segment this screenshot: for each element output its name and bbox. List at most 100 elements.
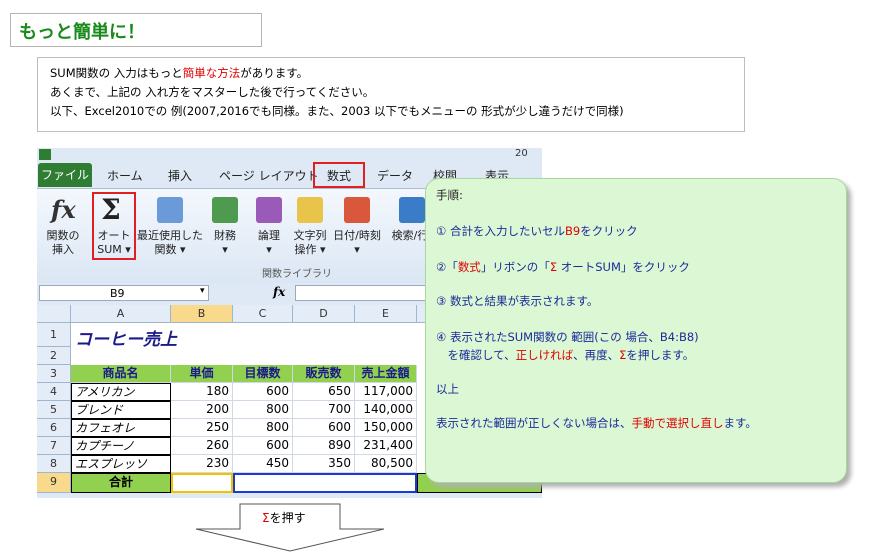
table-cell[interactable]: 140,000 <box>355 401 417 419</box>
logical-label: 論理 <box>258 229 280 242</box>
table-cell[interactable]: 650 <box>293 383 355 401</box>
sigma-icon: Σ <box>262 511 270 525</box>
callout-note: 表示された範囲が正しくない場合は、手動で選択し直します。 <box>436 416 757 430</box>
table-cell[interactable]: エスプレッソ <box>71 455 171 473</box>
table-cell[interactable]: 600 <box>233 437 293 455</box>
row-header[interactable]: 1 <box>37 323 71 347</box>
row-header[interactable]: 5 <box>37 401 71 419</box>
table-cell[interactable]: 600 <box>293 419 355 437</box>
autosum-highlight <box>92 192 136 260</box>
insert-function-label: 挿入 <box>52 243 74 256</box>
table-cell[interactable]: ブレンド <box>71 401 171 419</box>
table-cell[interactable]: 200 <box>171 401 233 419</box>
text-book-icon <box>297 197 323 223</box>
page-title: もっと簡単に！ <box>19 22 145 43</box>
intro-text: があります。 <box>240 66 309 80</box>
column-header[interactable]: D <box>293 305 355 323</box>
table-cell[interactable]: 180 <box>171 383 233 401</box>
recent-functions-button[interactable]: 最近使用した 関数 ▾ <box>137 193 203 263</box>
row-header[interactable]: 2 <box>37 347 71 365</box>
intro-line-3: 以下、Excel2010での 例(2007,2016でも同様。また、2003 以… <box>50 104 624 118</box>
text-label: 操作 ▾ <box>294 243 326 256</box>
header-cell[interactable]: 目標数 <box>233 365 293 383</box>
selected-cell-b9[interactable] <box>171 473 233 493</box>
table-cell[interactable]: 700 <box>293 401 355 419</box>
text-label: 文字列 <box>293 229 327 242</box>
recent-label: 最近使用した <box>137 229 203 242</box>
name-box[interactable]: B9 ▾ <box>39 285 209 301</box>
quick-access-toolbar: 20 <box>37 148 542 162</box>
steps-callout: 手順: ① 合計を入力したいセルB9をクリック ②「数式」リボンの「Σ オートS… <box>425 178 847 483</box>
row-header[interactable]: 9 <box>37 473 71 493</box>
header-cell[interactable]: 単価 <box>171 365 233 383</box>
table-cell[interactable]: 260 <box>171 437 233 455</box>
callout-done: 以上 <box>436 382 459 396</box>
fx-icon[interactable]: fx <box>273 285 285 299</box>
tab-file[interactable]: ファイル <box>38 163 92 187</box>
function-library-group-label: 関数ライブラリ <box>262 269 332 280</box>
chevron-down-icon[interactable]: ▾ <box>200 286 205 296</box>
table-cell[interactable]: 800 <box>233 419 293 437</box>
intro-line-1: SUM関数の 入力はもっと簡単な方法があります。 <box>50 65 308 81</box>
tab-page-layout[interactable]: ページ レイアウト <box>219 167 319 184</box>
row-header[interactable]: 3 <box>37 365 71 383</box>
intro-text: SUM関数の 入力はもっと <box>50 66 183 80</box>
total-range-cells[interactable] <box>233 473 417 493</box>
table-cell[interactable]: 231,400 <box>355 437 417 455</box>
date-book-icon <box>344 197 370 223</box>
formulas-tab-highlight <box>313 162 365 188</box>
header-cell[interactable]: 売上金額 <box>355 365 417 383</box>
column-header[interactable]: B <box>171 305 233 323</box>
row-header[interactable]: 8 <box>37 455 71 473</box>
table-cell[interactable]: 250 <box>171 419 233 437</box>
logical-button[interactable]: 論理 ▾ <box>249 193 289 263</box>
text-button[interactable]: 文字列 操作 ▾ <box>289 193 331 263</box>
intro-box: SUM関数の 入力はもっと簡単な方法があります。 あくまで、上記の 入れ方をマス… <box>37 57 745 132</box>
callout-step-4: ④ 表示されたSUM関数の 範囲(この 場合、B4:B8) <box>436 330 699 344</box>
star-book-icon <box>157 197 183 223</box>
dropdown-arrow: ▾ <box>266 243 272 256</box>
header-cell[interactable]: 商品名 <box>71 365 171 383</box>
row-header[interactable]: 4 <box>37 383 71 401</box>
logical-book-icon <box>256 197 282 223</box>
header-cell[interactable]: 販売数 <box>293 365 355 383</box>
row-header[interactable]: 7 <box>37 437 71 455</box>
financial-button[interactable]: 財務 ▾ <box>205 193 245 263</box>
select-all-corner[interactable] <box>37 305 71 323</box>
tab-insert[interactable]: 挿入 <box>168 167 192 184</box>
arrow-label: Σを押す <box>262 511 306 525</box>
tab-data[interactable]: データ <box>377 167 413 184</box>
table-cell[interactable]: 350 <box>293 455 355 473</box>
dropdown-arrow: ▾ <box>222 243 228 256</box>
financial-label: 財務 <box>214 229 236 242</box>
recent-label: 関数 ▾ <box>154 243 186 256</box>
table-cell[interactable]: カプチーノ <box>71 437 171 455</box>
financial-book-icon <box>212 197 238 223</box>
table-cell[interactable]: 450 <box>233 455 293 473</box>
column-header[interactable]: E <box>355 305 417 323</box>
table-cell[interactable]: 800 <box>233 401 293 419</box>
callout-heading: 手順: <box>436 188 463 202</box>
table-cell[interactable]: 600 <box>233 383 293 401</box>
table-cell[interactable]: 117,000 <box>355 383 417 401</box>
insert-function-label: 関数の <box>46 229 80 242</box>
table-cell[interactable]: 150,000 <box>355 419 417 437</box>
total-label-cell[interactable]: 合計 <box>71 473 171 493</box>
lookup-book-icon <box>399 197 425 223</box>
column-header[interactable]: A <box>71 305 171 323</box>
column-header[interactable]: C <box>233 305 293 323</box>
table-cell[interactable]: カフェオレ <box>71 419 171 437</box>
intro-line-2: あくまで、上記の 入れ方をマスターした後で行ってください。 <box>50 85 375 99</box>
table-cell[interactable]: 890 <box>293 437 355 455</box>
date-time-button[interactable]: 日付/時刻 ▾ <box>331 193 383 263</box>
tab-home[interactable]: ホーム <box>107 167 143 184</box>
sheet-title-cell[interactable]: コーヒー売上 <box>75 325 177 350</box>
table-cell[interactable]: 80,500 <box>355 455 417 473</box>
table-cell[interactable]: アメリカン <box>71 383 171 401</box>
callout-step-2: ②「数式」リボンの「Σ オートSUM」をクリック <box>436 260 690 274</box>
title-box: もっと簡単に！ <box>10 13 262 47</box>
table-cell[interactable]: 230 <box>171 455 233 473</box>
excel-icon <box>39 149 51 160</box>
row-header[interactable]: 6 <box>37 419 71 437</box>
insert-function-button[interactable]: fx 関数の 挿入 <box>41 193 85 263</box>
